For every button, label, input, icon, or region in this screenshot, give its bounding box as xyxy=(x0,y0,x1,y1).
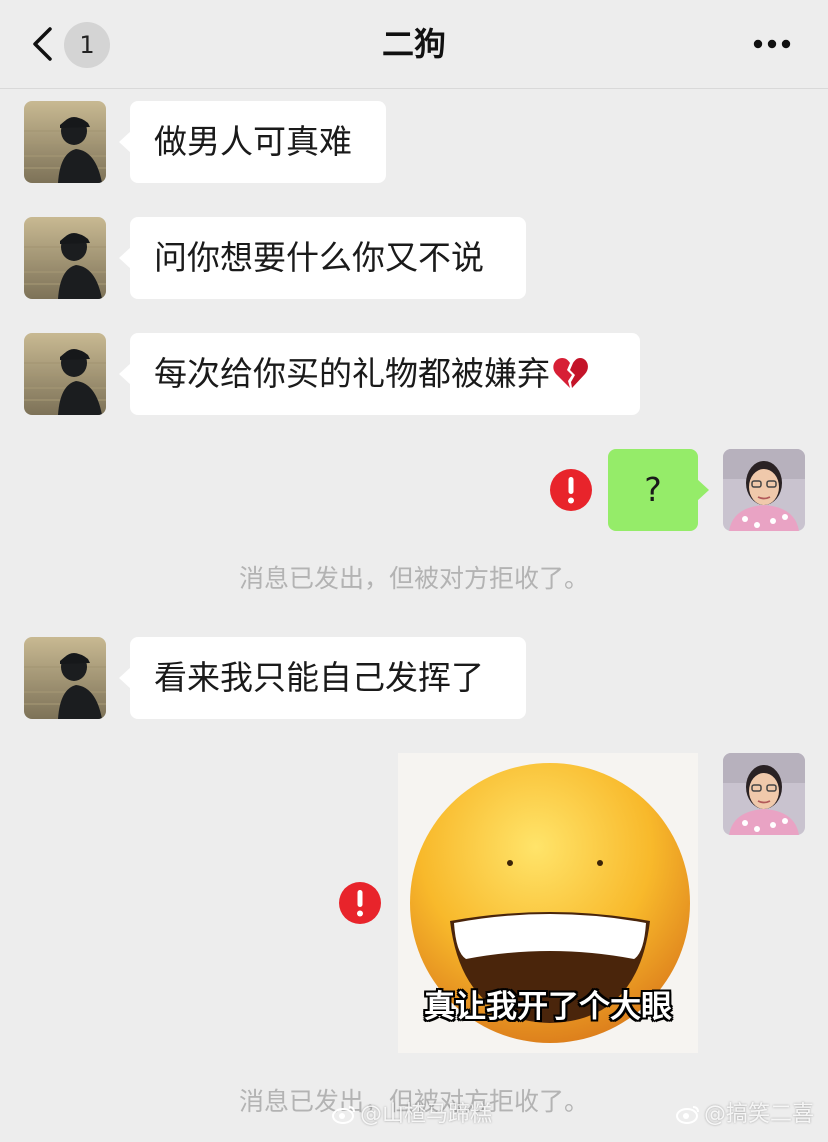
message-bubble[interactable]: 问你想要什么你又不说 xyxy=(119,217,526,299)
contact-avatar[interactable] xyxy=(24,217,106,299)
more-dots-icon[interactable] xyxy=(752,38,792,50)
watermark-right-text: @搞笑二喜 xyxy=(704,1102,815,1127)
message-bubble[interactable]: 每次给你买的礼物都被嫌弃 xyxy=(119,333,640,415)
sticker-caption: 真让我开了个大眼 xyxy=(424,989,672,1025)
contact-avatar[interactable] xyxy=(24,333,106,415)
contact-avatar[interactable] xyxy=(24,637,106,719)
weibo-icon xyxy=(676,1106,699,1124)
weibo-icon xyxy=(332,1106,355,1124)
watermark-left-text: @山楂马蹄糕 xyxy=(360,1102,493,1127)
user-avatar[interactable] xyxy=(723,449,805,531)
contact-avatar[interactable] xyxy=(24,101,106,183)
error-icon[interactable] xyxy=(338,881,382,925)
error-icon[interactable] xyxy=(549,468,593,512)
chat-title: 二狗 xyxy=(381,25,446,63)
broken-heart-icon xyxy=(553,358,588,388)
system-message: 消息已发出，但被对方拒收了。 xyxy=(238,564,589,593)
watermark-left: @山楂马蹄糕 xyxy=(332,1100,492,1130)
user-avatar[interactable] xyxy=(723,753,805,835)
watermark-right: @搞笑二喜 xyxy=(676,1100,814,1130)
nav-bar: 1 二狗 xyxy=(0,0,828,89)
sticker-message[interactable]: 真让我开了个大眼 xyxy=(398,753,698,1053)
message-bubble[interactable]: 看来我只能自己发挥了 xyxy=(119,637,526,719)
message-bubble[interactable]: 做男人可真难 xyxy=(119,101,386,183)
message-bubble-sent[interactable]: ? xyxy=(608,449,709,531)
message-text: 每次给你买的礼物都被嫌弃 xyxy=(154,354,550,393)
